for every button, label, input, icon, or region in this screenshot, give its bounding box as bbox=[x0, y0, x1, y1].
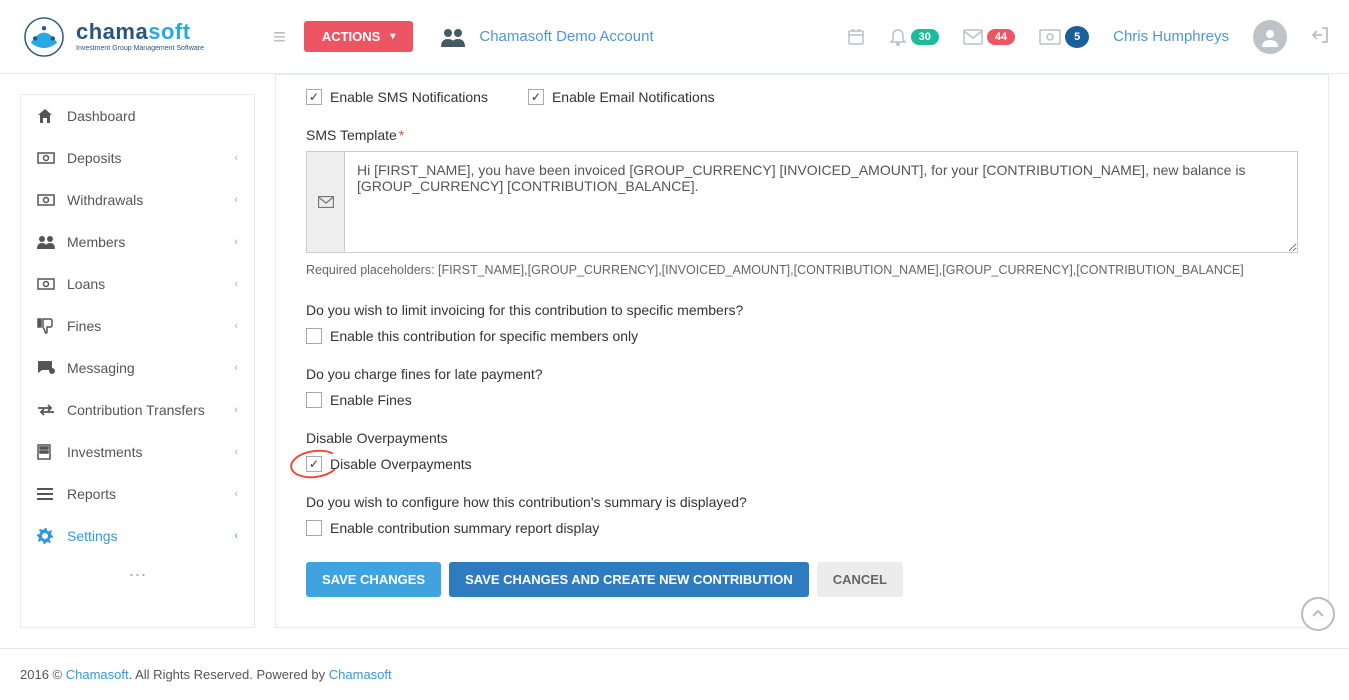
messages-count-badge: 44 bbox=[987, 29, 1015, 45]
sidebar-item-settings[interactable]: Settings ‹ bbox=[21, 515, 254, 557]
enable-summary-checkbox[interactable]: ✓ Enable contribution summary report dis… bbox=[306, 520, 1298, 536]
fines-question: Do you charge fines for late payment? bbox=[306, 366, 1298, 382]
sidebar-item-messaging[interactable]: Messaging ‹ bbox=[21, 347, 254, 389]
users-icon bbox=[441, 27, 465, 47]
sidebar-item-label: Withdrawals bbox=[67, 192, 143, 208]
sidebar-item-loans[interactable]: Loans ‹ bbox=[21, 263, 254, 305]
building-icon bbox=[37, 444, 59, 460]
account-link[interactable]: Chamasoft Demo Account bbox=[441, 27, 653, 47]
chevron-left-icon: ‹ bbox=[234, 278, 238, 290]
sidebar-item-label: Fines bbox=[67, 318, 101, 334]
overpayments-heading: Disable Overpayments bbox=[306, 430, 1298, 446]
money-bill-icon bbox=[37, 278, 59, 290]
money-icon[interactable]: 5 bbox=[1039, 26, 1089, 48]
chevron-left-icon: ‹ bbox=[234, 152, 238, 164]
enable-email-checkbox[interactable]: ✓ Enable Email Notifications bbox=[528, 89, 715, 105]
notifications-count-badge: 30 bbox=[911, 29, 939, 45]
enable-fines-checkbox[interactable]: ✓ Enable Fines bbox=[306, 392, 1298, 408]
enable-sms-label: Enable SMS Notifications bbox=[330, 89, 488, 105]
main-content: ✓ Enable SMS Notifications ✓ Enable Emai… bbox=[275, 74, 1329, 628]
enable-fines-label: Enable Fines bbox=[330, 392, 412, 408]
sidebar-item-label: Members bbox=[67, 234, 125, 250]
footer-link-2[interactable]: Chamasoft bbox=[329, 667, 392, 682]
home-icon bbox=[37, 108, 59, 124]
disable-overpayments-label: Disable Overpayments bbox=[330, 456, 472, 472]
menu-toggle-icon[interactable]: ≡ bbox=[255, 24, 304, 50]
username[interactable]: Chris Humphreys bbox=[1113, 28, 1229, 45]
actions-label: ACTIONS bbox=[322, 29, 381, 44]
money-bill-icon bbox=[37, 152, 59, 164]
money-count-badge: 5 bbox=[1065, 26, 1089, 48]
sidebar-more-icon: ⋯ bbox=[21, 557, 254, 594]
chat-icon bbox=[37, 361, 59, 375]
sidebar-item-members[interactable]: Members ‹ bbox=[21, 221, 254, 263]
enable-email-label: Enable Email Notifications bbox=[552, 89, 715, 105]
brand-tagline: Investment Group Management Software bbox=[76, 45, 204, 52]
messages-icon[interactable]: 44 bbox=[963, 29, 1015, 45]
save-and-new-button[interactable]: SAVE CHANGES AND CREATE NEW CONTRIBUTION bbox=[449, 562, 809, 597]
sidebar-item-label: Messaging bbox=[67, 360, 135, 376]
logout-icon[interactable] bbox=[1311, 26, 1329, 47]
chevron-left-icon: ‹ bbox=[234, 446, 238, 458]
chevron-left-icon: ‹ bbox=[234, 404, 238, 416]
sidebar-item-fines[interactable]: Fines ‹ bbox=[21, 305, 254, 347]
notifications-icon[interactable]: 30 bbox=[889, 28, 939, 46]
sidebar-item-label: Loans bbox=[67, 276, 105, 292]
money-bill-icon bbox=[37, 194, 59, 206]
chevron-left-icon: ‹ bbox=[234, 194, 238, 206]
sidebar-item-label: Investments bbox=[67, 444, 142, 460]
chevron-left-icon: ‹ bbox=[234, 236, 238, 248]
sidebar: Dashboard Deposits ‹ Withdrawals ‹ Membe… bbox=[20, 94, 255, 628]
sidebar-item-reports[interactable]: Reports ‹ bbox=[21, 473, 254, 515]
scroll-top-button[interactable] bbox=[1301, 597, 1335, 631]
sidebar-item-label: Reports bbox=[67, 486, 116, 502]
summary-question: Do you wish to configure how this contri… bbox=[306, 494, 1298, 510]
chevron-left-icon: ‹ bbox=[234, 488, 238, 500]
logo-area[interactable]: chamasoft Investment Group Management So… bbox=[20, 15, 255, 59]
account-name: Chamasoft Demo Account bbox=[479, 28, 653, 45]
topbar: chamasoft Investment Group Management So… bbox=[0, 0, 1349, 74]
brand-name: chamasoft bbox=[76, 21, 204, 43]
sidebar-item-label: Deposits bbox=[67, 150, 121, 166]
sms-template-group bbox=[306, 151, 1298, 253]
calendar-icon[interactable] bbox=[847, 28, 865, 46]
enable-summary-label: Enable contribution summary report displ… bbox=[330, 520, 599, 536]
sms-template-label: SMS Template* bbox=[306, 127, 1298, 143]
chevron-down-icon: ▾ bbox=[390, 31, 395, 42]
chevron-left-icon: ‹ bbox=[234, 362, 238, 374]
specific-members-question: Do you wish to limit invoicing for this … bbox=[306, 302, 1298, 318]
sms-template-input[interactable] bbox=[345, 152, 1297, 252]
footer: 2016 © Chamasoft. All Rights Reserved. P… bbox=[0, 648, 1349, 700]
save-button[interactable]: SAVE CHANGES bbox=[306, 562, 441, 597]
sidebar-item-label: Contribution Transfers bbox=[67, 402, 205, 418]
envelope-icon bbox=[307, 152, 345, 252]
gear-icon bbox=[37, 528, 59, 544]
enable-specific-members-label: Enable this contribution for specific me… bbox=[330, 328, 638, 344]
enable-sms-checkbox[interactable]: ✓ Enable SMS Notifications bbox=[306, 89, 488, 105]
cancel-button[interactable]: CANCEL bbox=[817, 562, 903, 597]
actions-button[interactable]: ACTIONS ▾ bbox=[304, 21, 414, 52]
transfer-icon bbox=[37, 404, 59, 416]
logo-icon bbox=[20, 15, 68, 59]
list-icon bbox=[37, 488, 59, 500]
footer-link-1[interactable]: Chamasoft bbox=[66, 667, 129, 682]
enable-specific-members-checkbox[interactable]: ✓ Enable this contribution for specific … bbox=[306, 328, 1298, 344]
sidebar-item-dashboard[interactable]: Dashboard bbox=[21, 95, 254, 137]
sidebar-item-deposits[interactable]: Deposits ‹ bbox=[21, 137, 254, 179]
sidebar-item-withdrawals[interactable]: Withdrawals ‹ bbox=[21, 179, 254, 221]
thumbs-down-icon bbox=[37, 318, 59, 334]
sidebar-item-investments[interactable]: Investments ‹ bbox=[21, 431, 254, 473]
avatar[interactable] bbox=[1253, 20, 1287, 54]
disable-overpayments-checkbox[interactable]: ✓ Disable Overpayments bbox=[306, 456, 1298, 472]
sidebar-item-label: Settings bbox=[67, 528, 118, 544]
placeholders-help: Required placeholders: [FIRST_NAME],[GRO… bbox=[306, 261, 1298, 280]
chevron-left-icon: ‹ bbox=[234, 320, 238, 332]
sidebar-item-contribution-transfers[interactable]: Contribution Transfers ‹ bbox=[21, 389, 254, 431]
sidebar-item-label: Dashboard bbox=[67, 108, 136, 124]
users-icon bbox=[37, 235, 59, 249]
chevron-left-icon: ‹ bbox=[234, 530, 238, 542]
